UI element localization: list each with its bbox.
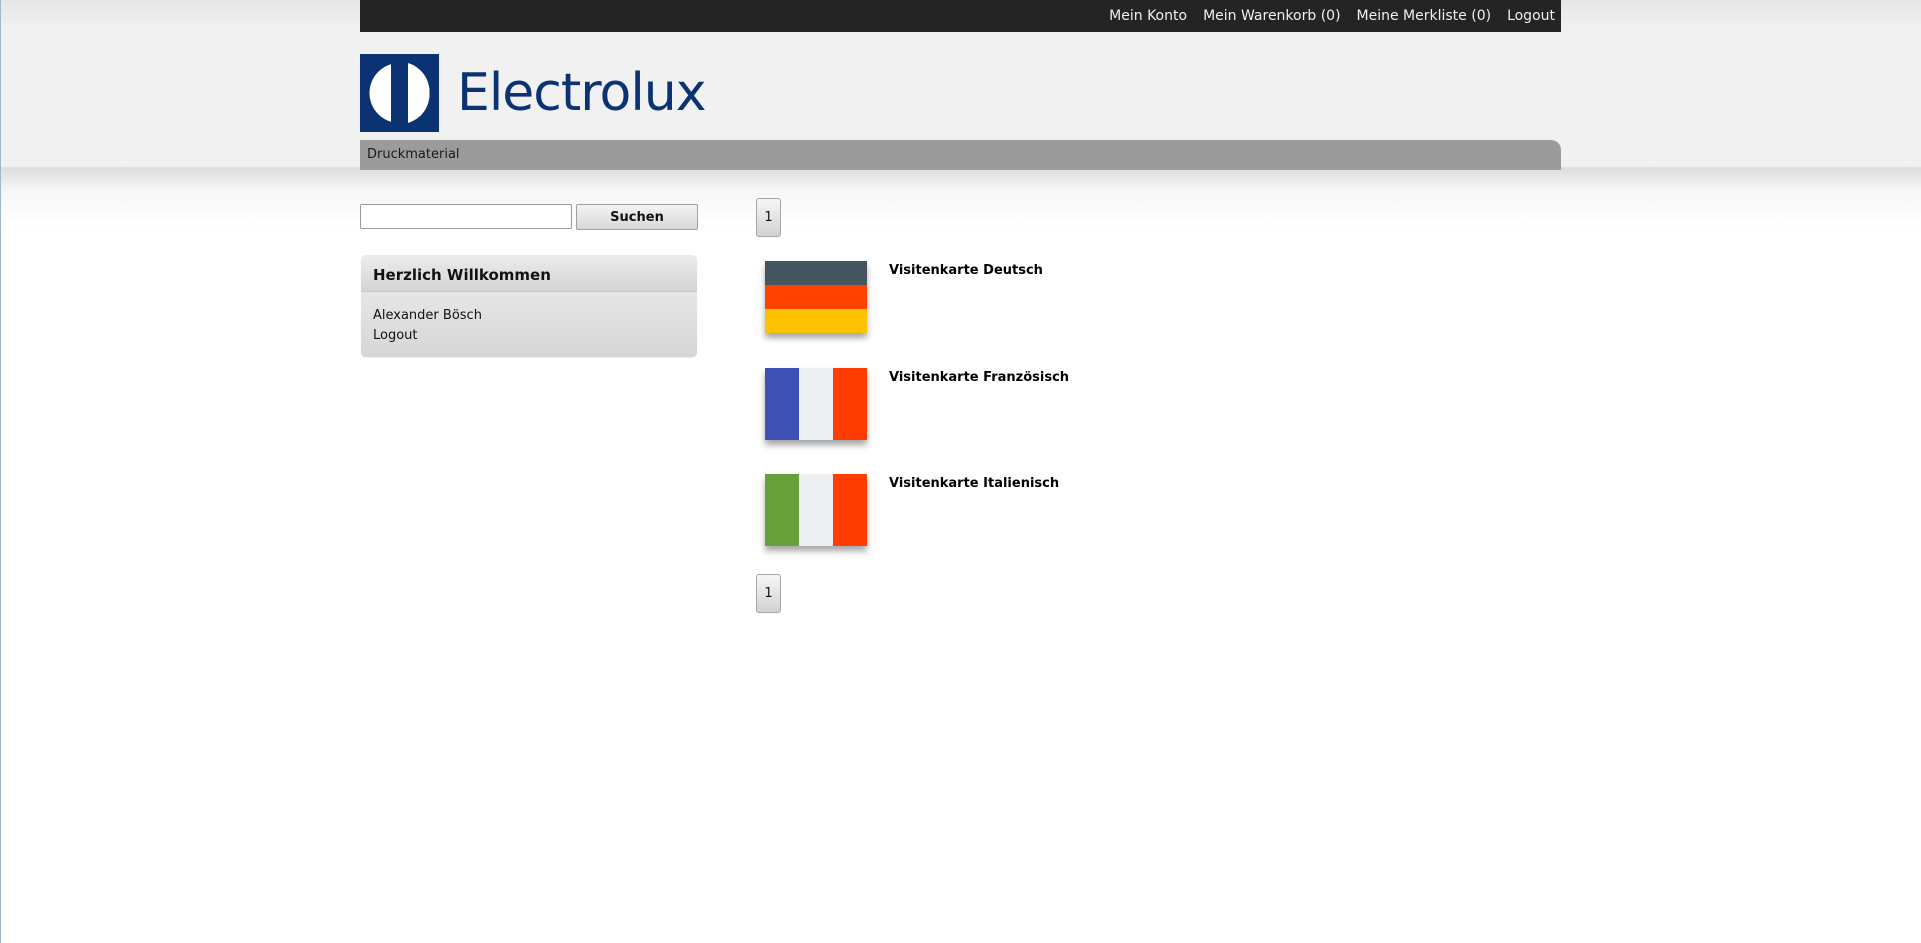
nav-item-druckmaterial[interactable]: Druckmaterial — [367, 147, 460, 162]
brand-logo[interactable]: Electrolux — [360, 54, 707, 132]
account-bar: Mein Konto Mein Warenkorb (0) Meine Merk… — [360, 0, 1561, 32]
welcome-logout-link[interactable]: Logout — [373, 326, 685, 346]
search-input[interactable] — [360, 204, 572, 229]
cart-link[interactable]: Mein Warenkorb (0) — [1203, 8, 1340, 24]
germany-flag-icon[interactable] — [765, 261, 867, 333]
product-title[interactable]: Visitenkarte Französisch — [889, 370, 1069, 385]
user-name: Alexander Bösch — [373, 308, 482, 323]
window-edge — [0, 0, 1, 943]
main-nav: Druckmaterial — [360, 140, 1561, 170]
france-flag-icon[interactable] — [765, 368, 867, 440]
my-account-link[interactable]: Mein Konto — [1109, 8, 1187, 24]
brand-wordmark: Electrolux — [457, 63, 707, 123]
pagination-bottom-page-1[interactable]: 1 — [756, 574, 781, 613]
welcome-title: Herzlich Willkommen — [361, 255, 697, 292]
logout-link[interactable]: Logout — [1507, 8, 1555, 24]
product-title[interactable]: Visitenkarte Deutsch — [889, 263, 1043, 278]
electrolux-logo-icon — [360, 54, 439, 132]
welcome-body: Alexander Bösch Logout — [361, 292, 697, 357]
search-button[interactable]: Suchen — [576, 204, 698, 230]
page-container: Mein Konto Mein Warenkorb (0) Meine Merk… — [360, 0, 1561, 943]
welcome-box: Herzlich Willkommen Alexander Bösch Logo… — [361, 255, 697, 357]
wishlist-link[interactable]: Meine Merkliste (0) — [1357, 8, 1492, 24]
italy-flag-icon[interactable] — [765, 474, 867, 546]
product-title[interactable]: Visitenkarte Italienisch — [889, 476, 1059, 491]
pagination-top-page-1[interactable]: 1 — [756, 198, 781, 237]
